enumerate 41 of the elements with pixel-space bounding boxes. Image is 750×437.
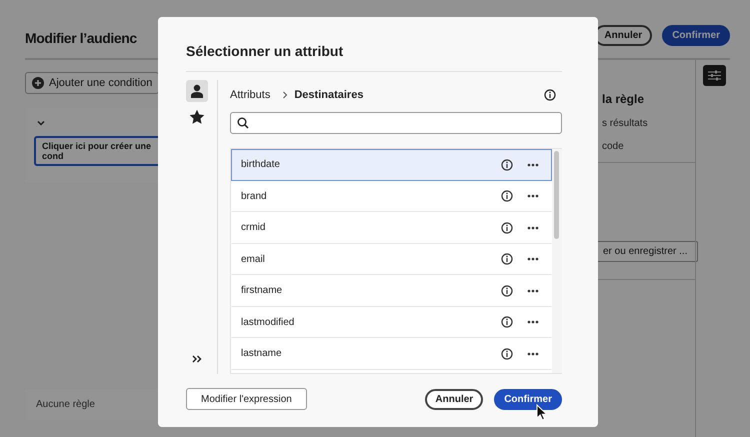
more-icon[interactable]	[527, 352, 539, 356]
person-icon	[190, 84, 204, 98]
add-condition-button[interactable]: Ajouter une condition	[25, 72, 160, 94]
plus-icon	[32, 77, 44, 89]
confirm-button[interactable]: Confirmer	[494, 388, 562, 410]
info-icon[interactable]	[501, 348, 513, 360]
attribute-row[interactable]: email	[231, 244, 552, 275]
settings-button[interactable]	[703, 65, 726, 86]
confirm-button[interactable]: Confirmer	[662, 25, 730, 46]
more-icon[interactable]	[527, 257, 539, 262]
more-icon[interactable]	[527, 288, 539, 293]
info-icon[interactable]	[501, 222, 513, 234]
rail-tab[interactable]	[186, 80, 208, 102]
more-icon[interactable]	[527, 320, 539, 324]
breadcrumb-item: Destinataires	[294, 89, 364, 101]
info-icon[interactable]	[501, 316, 513, 328]
search-icon	[237, 117, 249, 129]
cursor-icon	[536, 404, 548, 421]
info-icon[interactable]	[501, 284, 513, 297]
chevron-down-icon[interactable]	[36, 118, 46, 128]
chevron-right-icon	[282, 91, 288, 99]
more-icon[interactable]	[527, 226, 539, 230]
edit-expression-button[interactable]: Modifier l'expression	[186, 388, 307, 410]
attribute-row[interactable]: birthdate	[231, 149, 552, 180]
more-icon[interactable]	[527, 162, 539, 167]
breadcrumb-item[interactable]: Attributs	[230, 89, 270, 101]
scrollbar[interactable]	[552, 149, 562, 373]
panel-title: la règle	[601, 92, 646, 106]
attribute-row[interactable]: lastmodified	[231, 306, 552, 338]
more-icon[interactable]	[527, 194, 539, 198]
info-icon[interactable]	[501, 158, 513, 171]
info-icon[interactable]	[501, 253, 513, 266]
chevrons-right-icon	[192, 355, 202, 363]
cancel-button[interactable]: Annuler	[425, 388, 484, 410]
sliders-icon	[708, 70, 721, 81]
star-icon	[189, 109, 205, 125]
dialog-title: Sélectionner un attribut	[186, 43, 562, 72]
search-field[interactable]	[230, 112, 562, 134]
page-title: Modifier l’audienc	[25, 30, 138, 46]
info-icon[interactable]	[544, 89, 556, 101]
info-icon[interactable]	[501, 190, 513, 202]
